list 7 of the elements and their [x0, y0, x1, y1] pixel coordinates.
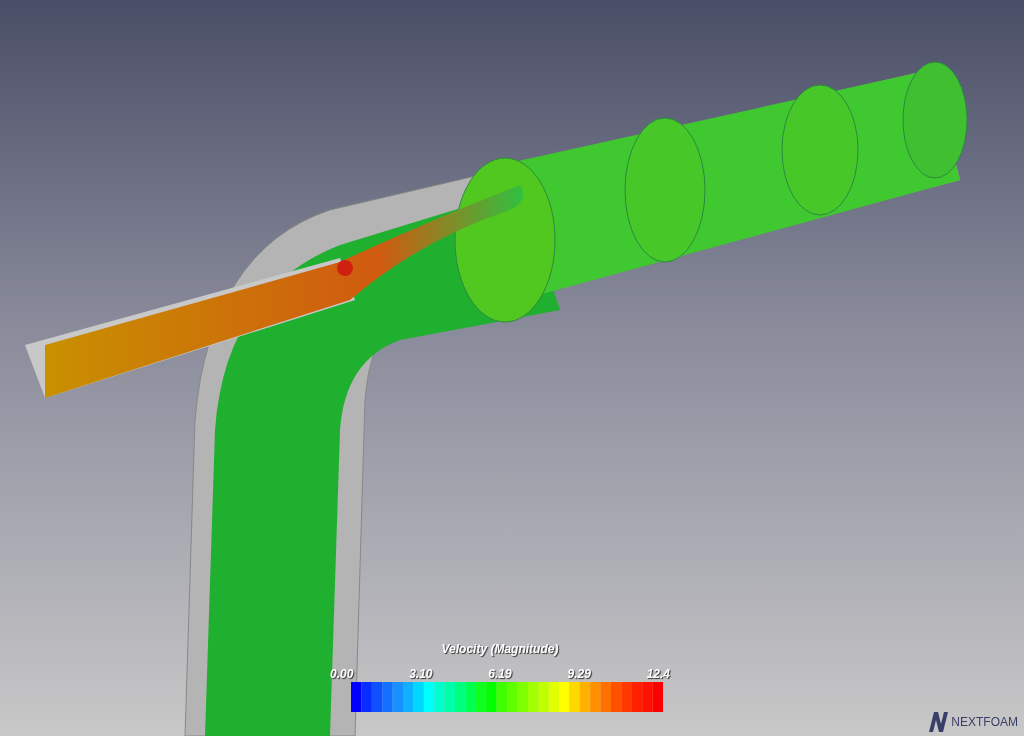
legend-tick-label: 12.4 [646, 668, 670, 680]
legend-tick-label: 6.19 [488, 668, 512, 680]
legend-tick-label: 9.29 [567, 668, 591, 680]
logo-text: NEXTFOAM [951, 714, 1018, 731]
legend-tick-label: 3.10 [409, 668, 433, 680]
legend-title: Velocity (Magnitude) [441, 641, 559, 658]
logo-icon [927, 712, 950, 732]
